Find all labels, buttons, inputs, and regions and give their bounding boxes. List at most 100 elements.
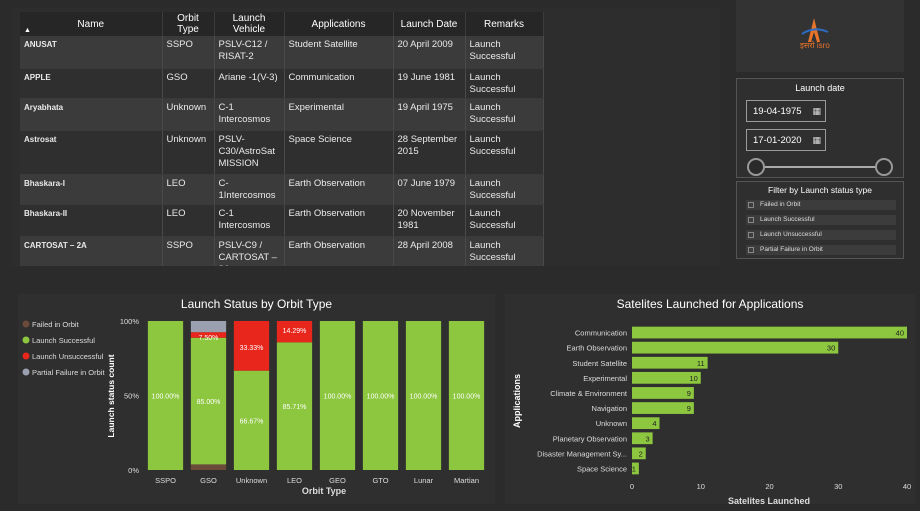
data-label: 100.00% [453,394,481,401]
y-tick-label: Navigation [592,404,627,413]
legend-marker[interactable] [22,320,30,328]
data-label: 1 [632,464,636,473]
data-label: 40 [896,329,904,338]
filter-option-launch-unsuccessful[interactable]: Launch Unsuccessful [746,230,896,240]
cell-orbit: Unknown [162,98,215,131]
checkbox[interactable] [748,202,754,208]
y-tick-label: 0% [128,466,139,475]
cell-date: 07 June 1979 [393,174,466,205]
filter-option-launch-successful[interactable]: Launch Successful [746,215,896,225]
table-row[interactable]: Bhaskara-II LEO C-1 Intercosmos Earth Obser… [20,204,544,237]
filter-option-label: Failed in Orbit [760,201,801,208]
cell-name: Bhaskara-I [20,174,163,205]
x-tick-label: Unknown [236,476,267,485]
y-tick-label: Disaster Management Sy... [537,449,627,458]
data-label: 9 [687,389,691,398]
cell-date: 19 June 1981 [393,68,466,99]
legend-marker[interactable] [22,368,30,376]
chart-title: Launch Status by Orbit Type [180,297,333,311]
bar-segment[interactable] [190,464,227,470]
calendar-icon[interactable]: ▦ [812,135,821,146]
logo-text: इसरो isro [800,40,830,50]
filter-option-label: Launch Successful [760,216,815,223]
cell-remarks: Launch Successful [465,236,544,266]
bar[interactable] [632,341,839,354]
cell-remarks: Launch Successful [465,174,544,205]
data-label: 85.71% [283,404,307,411]
column-header-name[interactable]: Name ▲ [20,12,163,36]
x-tick-label: 0 [630,482,634,491]
filter-option-partial-failure[interactable]: Partial Failure in Orbit [746,245,896,255]
end-date-value: 17-01-2020 [753,135,802,146]
bar[interactable] [632,326,907,339]
legend-marker[interactable] [22,352,30,360]
filter-option-label: Launch Unsuccessful [760,231,822,238]
x-tick-label: GTO [372,476,388,485]
table-row[interactable]: CARTOSAT – 2ASSPOPSLV-C9 / CARTOSAT – 2A… [20,236,544,266]
cell-name: Bhaskara-II [20,204,163,237]
table-row[interactable]: ANUSAT SSPO PSLV-C12 / RISAT-2 Student Sate… [20,36,544,69]
bar[interactable] [632,387,694,399]
launch-status-svg: Failed in Orbit Launch Successful Launch U… [22,317,485,496]
y-tick-label: 100% [120,317,140,326]
calendar-icon[interactable]: ▦ [812,106,821,117]
table-row[interactable]: Astrosat Unknown PSLV-C30/AstroSat MISSION… [20,130,544,175]
y-tick-label: Communication [575,329,627,338]
cell-name: CARTOSAT – 2A [20,236,163,266]
checkbox[interactable] [748,232,754,238]
column-header-launch-vehicle[interactable]: Launch Vehicle [214,12,285,36]
x-axis-label: Satelites Launched [728,496,810,504]
table-row[interactable]: APPLE GSO Ariane -1(V-3) Communication 19 Ju… [20,68,544,99]
legend-marker[interactable] [22,336,30,344]
date-slider-end-handle[interactable] [875,158,893,176]
column-header-remarks[interactable]: Remarks [465,12,544,36]
data-label: 2 [639,449,643,458]
cell-vehicle: Ariane -1(V-3) [214,68,285,99]
data-label: 14.29% [283,328,307,335]
checkbox[interactable] [748,217,754,223]
cell-remarks: Launch Successful [465,36,544,69]
start-date-value: 19-04-1975 [753,106,802,117]
start-date-input[interactable]: 19-04-1975 ▦ [746,100,826,122]
data-label: 7.50% [199,335,219,342]
cell-app: Space Science [284,130,394,175]
date-range-slider-track[interactable] [755,166,885,168]
cell-app: Earth Observation [284,174,394,205]
cell-orbit: SSPO [162,236,215,266]
x-axis-label: Orbit Type [302,486,346,496]
cell-app: Student Satellite [284,36,394,69]
data-label: 85.00% [197,399,221,406]
cell-app: Communication [284,68,394,99]
column-header-orbit-type[interactable]: Orbit Type [162,12,215,36]
legend-label: Launch Unsuccessful [32,352,104,361]
data-label: 100.00% [152,394,180,401]
sort-ascending-icon[interactable]: ▲ [24,27,31,34]
y-tick-label: 50% [124,392,139,401]
data-label: 100.00% [410,394,438,401]
data-label: 10 [689,374,697,383]
checkbox[interactable] [748,247,754,253]
y-tick-label: Earth Observation [567,344,627,353]
end-date-input[interactable]: 17-01-2020 ▦ [746,129,826,151]
legend-label: Failed in Orbit [32,320,80,329]
chart-title: Satelites Launched for Applications [616,297,804,311]
x-tick-label: 10 [697,482,705,491]
cell-orbit: LEO [162,174,215,205]
date-slider-start-handle[interactable] [747,158,765,176]
column-header-applications[interactable]: Applications [284,12,394,36]
y-tick-label: Climate & Environment [550,389,628,398]
applications-chart: Satelites Launched for Applications Comm… [505,294,915,506]
filter-option-failed-in-orbit[interactable]: Failed in Orbit [746,200,896,210]
table-row[interactable]: Aryabhata Unknown C-1 Intercosmos Experimen… [20,98,544,131]
data-label: 66.67% [240,418,264,425]
bar-segment[interactable] [190,321,227,333]
launch-status-filter: Filter by Launch status type Failed in O… [736,181,904,259]
column-header-launch-date[interactable]: Launch Date [393,12,466,36]
table-row[interactable]: Bhaskara-I LEO C-1Intercosmos Earth Observa… [20,174,544,205]
filter-title: Filter by Launch status type [768,185,872,195]
cell-remarks: Launch Successful [465,204,544,237]
cell-orbit: LEO [162,204,215,237]
cell-vehicle: C-1 Intercosmos [214,98,285,131]
bar[interactable] [632,402,694,414]
cell-app: Experimental [284,98,394,131]
